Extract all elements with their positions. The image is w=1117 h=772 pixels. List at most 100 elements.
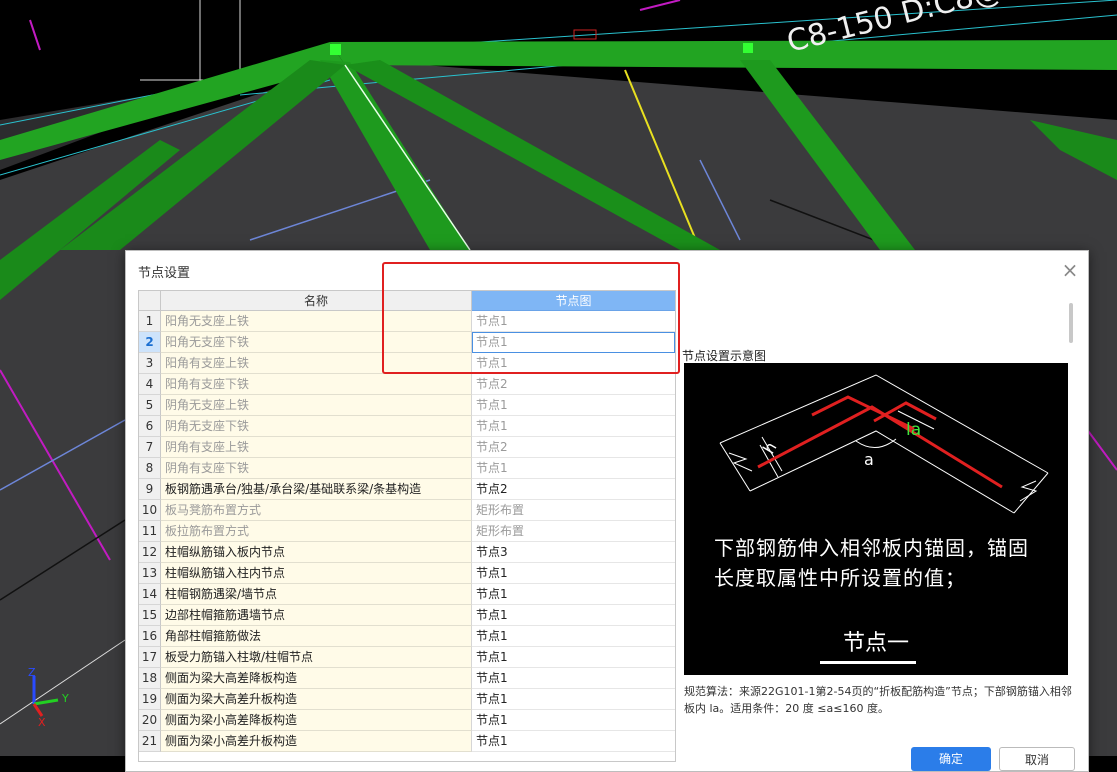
row-node-cell[interactable]: 矩形布置 [472,500,675,521]
row-name-cell[interactable]: 板拉筋布置方式 [161,521,472,542]
table-row[interactable]: 12 柱帽纵筋锚入板内节点 节点3 [139,542,675,563]
table-row[interactable]: 9 板钢筋遇承台/独基/承台梁/基础联系梁/条基构造 节点2 [139,479,675,500]
row-name-cell[interactable]: 柱帽纵筋锚入板内节点 [161,542,472,563]
row-node-cell[interactable]: 节点1 [472,332,675,353]
preview-h-label: h [759,439,781,457]
table-row[interactable]: 14 柱帽钢筋遇梁/墙节点 节点1 [139,584,675,605]
table-row[interactable]: 3 阳角有支座上铁 节点1 [139,353,675,374]
axis-y-label: Y [61,692,69,705]
row-number[interactable]: 3 [139,353,161,374]
row-name-cell[interactable]: 阳角无支座上铁 [161,311,472,332]
table-row[interactable]: 6 阴角无支座下铁 节点1 [139,416,675,437]
row-node-cell[interactable]: 节点1 [472,731,675,752]
cancel-button[interactable]: 取消 [999,747,1075,771]
table-row[interactable]: 5 阴角无支座上铁 节点1 [139,395,675,416]
row-number[interactable]: 16 [139,626,161,647]
column-header-name[interactable]: 名称 [161,291,472,311]
table-row[interactable]: 18 侧面为梁大高差降板构造 节点1 [139,668,675,689]
dialog-title: 节点设置 [138,266,191,281]
row-node-cell[interactable]: 节点1 [472,647,675,668]
row-name-cell[interactable]: 柱帽钢筋遇梁/墙节点 [161,584,472,605]
row-node-cell[interactable]: 节点1 [472,710,675,731]
table-row[interactable]: 17 板受力筋锚入柱墩/柱帽节点 节点1 [139,647,675,668]
preview-a-label: a [864,450,874,469]
row-number[interactable]: 14 [139,584,161,605]
row-number[interactable]: 11 [139,521,161,542]
row-number[interactable]: 15 [139,605,161,626]
row-number[interactable]: 9 [139,479,161,500]
row-name-cell[interactable]: 侧面为梁小高差降板构造 [161,710,472,731]
row-node-cell[interactable]: 节点1 [472,584,675,605]
ok-button[interactable]: 确定 [911,747,991,771]
table-row[interactable]: 21 侧面为梁小高差升板构造 节点1 [139,731,675,752]
row-name-cell[interactable]: 阳角有支座下铁 [161,374,472,395]
row-node-cell[interactable]: 节点2 [472,479,675,500]
row-name-cell[interactable]: 阴角有支座上铁 [161,437,472,458]
axis-z-label: Z [28,666,36,679]
table-row[interactable]: 7 阴角有支座上铁 节点2 [139,437,675,458]
row-number[interactable]: 8 [139,458,161,479]
axis-x-label: X [38,716,46,729]
row-number[interactable]: 7 [139,437,161,458]
row-number[interactable]: 5 [139,395,161,416]
row-name-cell[interactable]: 角部柱帽箍筋做法 [161,626,472,647]
row-name-cell[interactable]: 阳角无支座下铁 [161,332,472,353]
row-node-cell[interactable]: 节点1 [472,416,675,437]
row-node-cell[interactable]: 节点1 [472,395,675,416]
row-number[interactable]: 21 [139,731,161,752]
preview-line-2: 长度取属性中所设置的值； [714,566,966,590]
row-number[interactable]: 12 [139,542,161,563]
row-node-cell[interactable]: 节点1 [472,668,675,689]
row-name-cell[interactable]: 板受力筋锚入柱墩/柱帽节点 [161,647,472,668]
table-row[interactable]: 8 阴角有支座下铁 节点1 [139,458,675,479]
row-name-cell[interactable]: 阴角无支座下铁 [161,416,472,437]
table-row[interactable]: 19 侧面为梁大高差升板构造 节点1 [139,689,675,710]
row-name-cell[interactable]: 边部柱帽箍筋遇墙节点 [161,605,472,626]
row-name-cell[interactable]: 板钢筋遇承台/独基/承台梁/基础联系梁/条基构造 [161,479,472,500]
row-node-cell[interactable]: 节点1 [472,563,675,584]
row-node-cell[interactable]: 节点2 [472,374,675,395]
row-number[interactable]: 19 [139,689,161,710]
row-name-cell[interactable]: 阴角无支座上铁 [161,395,472,416]
row-node-cell[interactable]: 节点3 [472,542,675,563]
row-node-cell[interactable]: 节点1 [472,353,675,374]
row-node-cell[interactable]: 节点1 [472,689,675,710]
row-number[interactable]: 10 [139,500,161,521]
row-name-cell[interactable]: 侧面为梁大高差升板构造 [161,689,472,710]
row-number[interactable]: 13 [139,563,161,584]
row-name-cell[interactable]: 侧面为梁大高差降板构造 [161,668,472,689]
table-row[interactable]: 11 板拉筋布置方式 矩形布置 [139,521,675,542]
table-row[interactable]: 16 角部柱帽箍筋做法 节点1 [139,626,675,647]
table-row[interactable]: 1 阳角无支座上铁 节点1 [139,311,675,332]
table-body: 1 阳角无支座上铁 节点1 2 阳角无支座下铁 节点1 3 阳角有支座上铁 节点1 4 阳角有支座下… [139,311,675,752]
scrollbar-thumb[interactable] [1069,303,1073,343]
table-row[interactable]: 4 阳角有支座下铁 节点2 [139,374,675,395]
row-number[interactable]: 18 [139,668,161,689]
table-row[interactable]: 20 侧面为梁小高差降板构造 节点1 [139,710,675,731]
row-name-cell[interactable]: 阳角有支座上铁 [161,353,472,374]
close-icon[interactable]: × [1060,260,1080,281]
row-number[interactable]: 4 [139,374,161,395]
preview-la-label: la [906,420,921,440]
row-name-cell[interactable]: 侧面为梁小高差升板构造 [161,731,472,752]
column-header-node[interactable]: 节点图 [472,291,675,311]
table-row[interactable]: 2 阳角无支座下铁 节点1 [139,332,675,353]
row-name-cell[interactable]: 柱帽纵筋锚入柱内节点 [161,563,472,584]
row-node-cell[interactable]: 节点1 [472,458,675,479]
row-number[interactable]: 17 [139,647,161,668]
table-row[interactable]: 15 边部柱帽箍筋遇墙节点 节点1 [139,605,675,626]
table-row[interactable]: 13 柱帽纵筋锚入柱内节点 节点1 [139,563,675,584]
row-node-cell[interactable]: 节点1 [472,311,675,332]
row-name-cell[interactable]: 板马凳筋布置方式 [161,500,472,521]
row-node-cell[interactable]: 矩形布置 [472,521,675,542]
preview-label: 节点设置示意图 [682,349,767,363]
table-row[interactable]: 10 板马凳筋布置方式 矩形布置 [139,500,675,521]
row-node-cell[interactable]: 节点2 [472,437,675,458]
row-number[interactable]: 1 [139,311,161,332]
row-number[interactable]: 6 [139,416,161,437]
row-node-cell[interactable]: 节点1 [472,626,675,647]
row-name-cell[interactable]: 阴角有支座下铁 [161,458,472,479]
row-number[interactable]: 2 [139,332,161,353]
row-number[interactable]: 20 [139,710,161,731]
row-node-cell[interactable]: 节点1 [472,605,675,626]
